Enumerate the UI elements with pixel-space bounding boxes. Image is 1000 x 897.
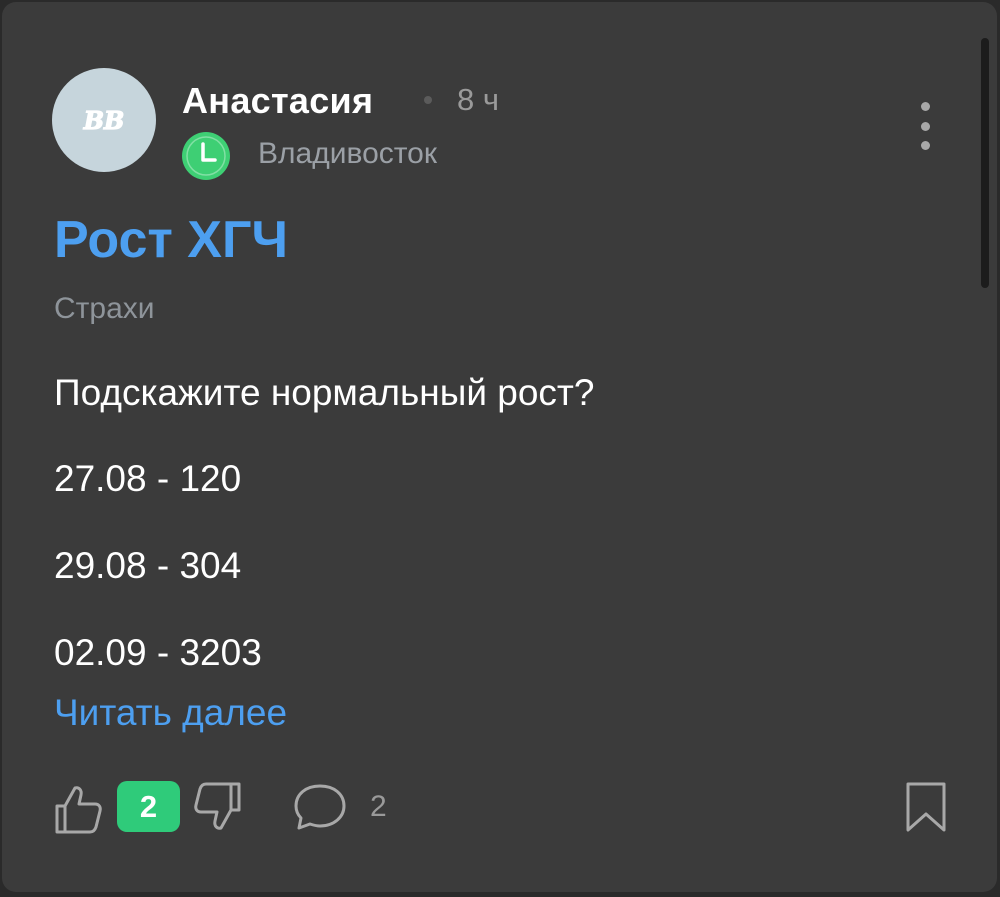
comment-bubble-icon[interactable] [292, 780, 348, 836]
read-more-link[interactable]: Читать далее [54, 692, 287, 734]
separator-dot [424, 96, 432, 104]
bookmark-icon[interactable] [902, 780, 950, 834]
post-category[interactable]: Страхи [54, 292, 155, 326]
post-card: ВВ Анастасия 8 ч Владивосток Рост ХГЧ Ст… [2, 2, 997, 892]
post-line: 02.09 - 3203 [54, 632, 262, 673]
post-line: 27.08 - 120 [54, 458, 242, 499]
thumbs-down-icon[interactable] [190, 780, 244, 834]
thumbs-up-icon[interactable] [52, 782, 106, 836]
scrollbar[interactable] [981, 38, 989, 288]
post-title[interactable]: Рост ХГЧ [54, 210, 288, 270]
author-city: Владивосток [258, 137, 437, 170]
avatar-logo-text: ВВ [83, 106, 125, 135]
avatar-logo: ВВ [82, 105, 125, 135]
post-question: Подскажите нормальный рост? [54, 372, 595, 413]
avatar[interactable]: ВВ [52, 68, 156, 172]
author-name[interactable]: Анастасия [182, 80, 373, 122]
clock-icon [180, 130, 232, 182]
vote-score-badge: 2 [117, 781, 180, 832]
comment-count: 2 [370, 790, 387, 823]
more-options-icon[interactable] [910, 102, 940, 150]
post-time: 8 ч [457, 82, 500, 117]
post-line: 29.08 - 304 [54, 545, 242, 586]
